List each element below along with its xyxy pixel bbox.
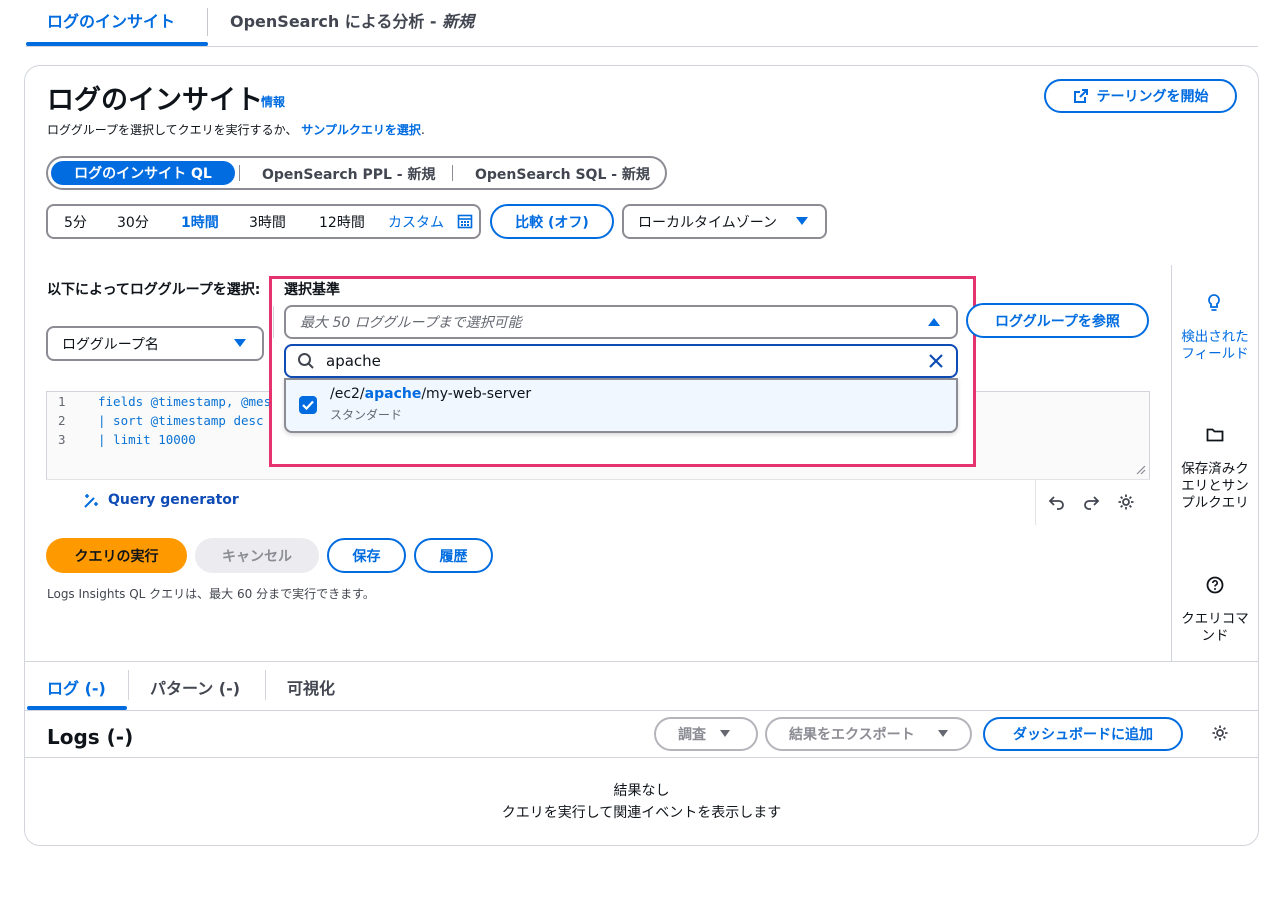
code-text: fields @timestamp, @mess xyxy=(98,394,279,409)
redo-icon[interactable] xyxy=(1082,494,1100,510)
criteria-caret-up-icon xyxy=(928,318,940,326)
tab-opensearch-analysis[interactable]: OpenSearch による分析 - 新規 xyxy=(230,10,474,34)
criteria-separator xyxy=(273,306,274,338)
log-group-option[interactable]: /ec2/apache/my-web-server xyxy=(330,386,531,402)
side-panel-divider xyxy=(1171,265,1172,661)
description-text: ロググループを選択してクエリを実行するか、 xyxy=(47,123,298,137)
run-query-button[interactable]: クエリの実行 xyxy=(46,538,187,573)
tab-opensearch-new: 新規 xyxy=(442,12,475,31)
time-option-1h[interactable]: 1時間 xyxy=(181,212,219,232)
tab-separator xyxy=(265,670,266,700)
tab-logs[interactable]: ログ (-) xyxy=(47,675,106,699)
history-button[interactable]: 履歴 xyxy=(414,538,493,573)
code-line: 2 | sort @timestamp desc xyxy=(58,411,264,430)
code-line: 1 fields @timestamp, @mess xyxy=(58,392,279,411)
line-number: 3 xyxy=(58,432,66,447)
code-text: | limit 10000 xyxy=(98,432,196,447)
results-settings-icon[interactable] xyxy=(1211,724,1229,742)
cancel-button: キャンセル xyxy=(195,538,319,573)
results-title: Logs (-) xyxy=(47,725,134,749)
log-group-criteria-select[interactable]: 最大 50 ロググループまで選択可能 xyxy=(284,305,958,339)
time-option-30m[interactable]: 30分 xyxy=(117,212,149,232)
log-group-class: スタンダード xyxy=(330,408,403,422)
query-commands-button[interactable]: クエリコマンド xyxy=(1176,611,1254,645)
select-by-caret-icon xyxy=(234,339,246,347)
info-link[interactable]: 情報 xyxy=(261,93,285,110)
export-caret-icon xyxy=(938,730,948,737)
toolbar-separator xyxy=(1035,479,1036,525)
tab-log-insights[interactable]: ログのインサイト xyxy=(47,10,175,34)
log-group-path-prefix: /ec2/ xyxy=(330,386,365,402)
code-text: | sort @timestamp desc xyxy=(98,413,264,428)
export-results-label: 結果をエクスポート xyxy=(789,727,915,743)
log-group-path-suffix: /my-web-server xyxy=(421,386,532,402)
tab-separator xyxy=(128,670,129,700)
investigate-label: 調査 xyxy=(678,727,706,743)
external-link-icon xyxy=(1073,89,1088,103)
empty-state-description: クエリを実行して関連イベントを表示します xyxy=(501,805,782,821)
calendar-icon[interactable] xyxy=(457,213,473,229)
search-value: apache xyxy=(326,352,381,370)
sample-query-link[interactable]: サンプルクエリを選択 xyxy=(301,123,421,137)
start-tailing-button[interactable]: テーリングを開始 xyxy=(1044,79,1237,113)
timezone-value: ローカルタイムゾーン xyxy=(638,214,778,231)
description-suffix: . xyxy=(420,123,425,137)
line-number: 1 xyxy=(58,394,66,409)
ql-option-sql[interactable]: OpenSearch SQL - 新規 xyxy=(475,164,650,184)
time-option-3h[interactable]: 3時間 xyxy=(249,212,286,232)
time-option-12h[interactable]: 12時間 xyxy=(319,212,365,232)
discovered-fields-button[interactable]: 検出されたフィールド xyxy=(1176,329,1254,363)
sparkle-wand-icon xyxy=(84,494,98,508)
results-header-divider xyxy=(25,757,1258,758)
timezone-caret-icon xyxy=(796,217,808,225)
tab-patterns[interactable]: パターン (-) xyxy=(150,675,240,699)
saved-queries-button[interactable]: 保存済みクエリとサンプルクエリ xyxy=(1176,461,1254,512)
folder-icon[interactable] xyxy=(1206,427,1224,443)
tabs-divider xyxy=(25,710,1258,711)
ql-option-ppl[interactable]: OpenSearch PPL - 新規 xyxy=(262,164,435,184)
help-circle-icon[interactable] xyxy=(1206,576,1224,594)
settings-gear-icon[interactable] xyxy=(1117,493,1135,511)
page-title: ログのインサイト xyxy=(47,85,263,116)
resize-handle-icon[interactable] xyxy=(1134,463,1146,475)
tabs-divider xyxy=(26,46,1258,47)
search-icon xyxy=(298,353,314,369)
segment-separator xyxy=(239,165,240,181)
tab-visualization[interactable]: 可視化 xyxy=(287,675,335,699)
tab-divider xyxy=(207,8,208,36)
criteria-placeholder: 最大 50 ロググループまで選択可能 xyxy=(300,315,522,331)
time-option-5m[interactable]: 5分 xyxy=(64,212,87,232)
add-to-dashboard-button[interactable]: ダッシュボードに追加 xyxy=(983,717,1183,751)
log-group-path-match: apache xyxy=(364,386,422,402)
start-tailing-label: テーリングを開始 xyxy=(1096,89,1209,105)
check-icon xyxy=(302,400,314,411)
empty-state-title: 結果なし xyxy=(613,783,670,799)
line-number: 2 xyxy=(58,413,66,428)
log-group-checkbox[interactable] xyxy=(299,396,317,414)
criteria-label: 選択基準 xyxy=(284,282,340,298)
investigate-button: 調査 xyxy=(654,717,758,751)
code-line: 3 | limit 10000 xyxy=(58,430,196,449)
lightbulb-icon[interactable] xyxy=(1206,293,1222,313)
clear-search-icon[interactable] xyxy=(928,353,944,369)
tab-opensearch-label: OpenSearch による分析 - xyxy=(230,12,443,31)
investigate-caret-icon xyxy=(720,730,730,737)
query-duration-note: Logs Insights QL クエリは、最大 60 分まで実行できます。 xyxy=(47,587,375,601)
log-group-search-input[interactable]: apache xyxy=(284,344,958,378)
segment-separator xyxy=(452,165,453,181)
query-generator-button[interactable]: Query generator xyxy=(108,492,239,508)
save-button[interactable]: 保存 xyxy=(327,538,406,573)
ql-option-insights[interactable]: ログのインサイト QL xyxy=(51,161,235,185)
page-description: ロググループを選択してクエリを実行するか、 サンプルクエリを選択. xyxy=(47,121,425,138)
browse-log-groups-button[interactable]: ロググループを参照 xyxy=(966,303,1149,338)
select-by-value: ロググループ名 xyxy=(62,336,159,353)
time-option-custom[interactable]: カスタム xyxy=(388,212,444,232)
compare-button[interactable]: 比較 (オフ) xyxy=(490,204,614,239)
select-by-dropdown[interactable]: ロググループ名 xyxy=(46,326,264,361)
undo-icon[interactable] xyxy=(1048,494,1066,510)
results-divider xyxy=(25,661,1258,662)
select-by-label: 以下によってロググループを選択: xyxy=(47,282,261,298)
